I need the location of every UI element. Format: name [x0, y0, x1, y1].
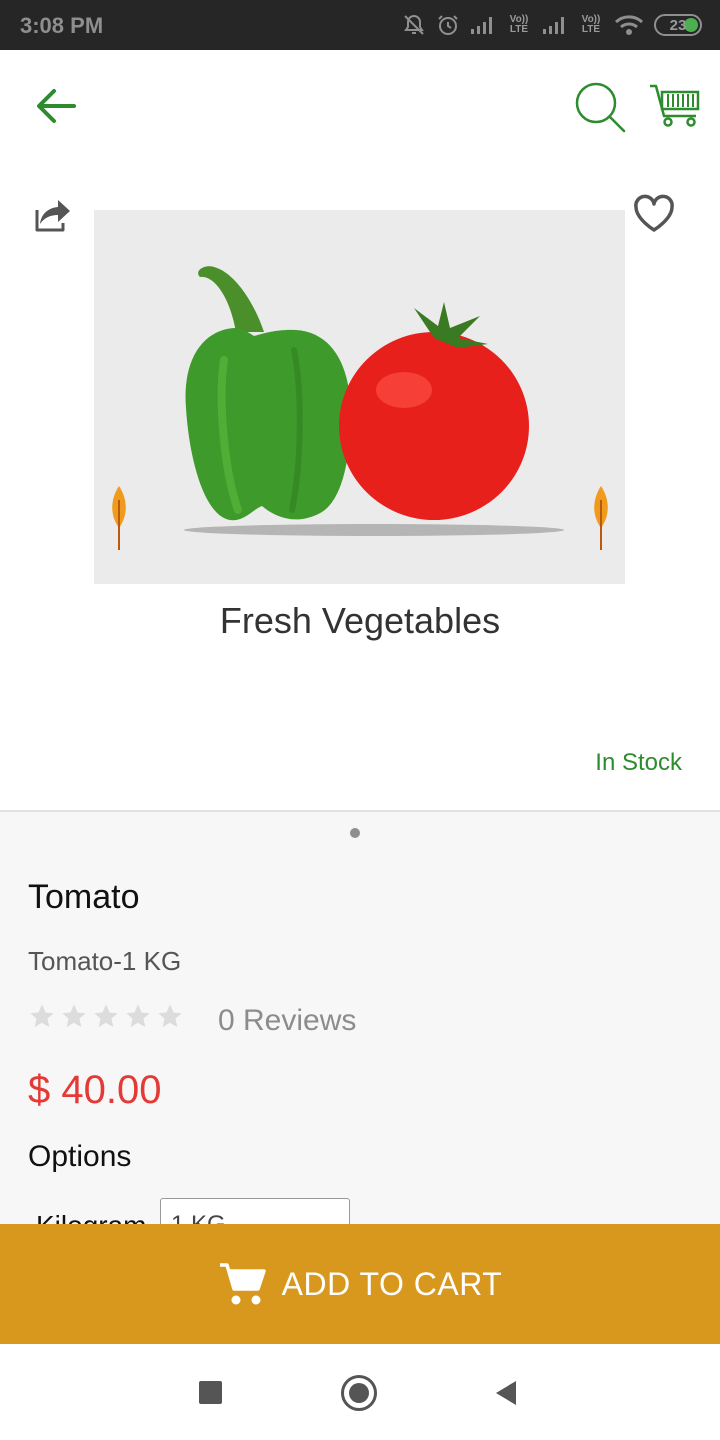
signal-icon — [543, 17, 564, 34]
back-button[interactable] — [34, 86, 78, 126]
star-icon — [126, 1004, 150, 1028]
cart-icon — [219, 1263, 266, 1305]
star-icon — [30, 1004, 54, 1028]
share-button[interactable] — [34, 196, 74, 234]
options-heading: Options — [28, 1140, 132, 1173]
option-select[interactable]: 1 KG — [160, 1198, 350, 1224]
sim2-network-label: Vo)) LTE — [581, 14, 601, 35]
product-subtitle: Tomato-1 KG — [28, 946, 182, 976]
star-icon — [94, 1004, 118, 1028]
option-label: Kilogram — [36, 1210, 146, 1224]
star-icon — [158, 1004, 182, 1028]
home-icon-inner — [349, 1383, 369, 1403]
system-nav-bar — [0, 1344, 720, 1440]
signal-icon — [471, 17, 492, 34]
status-time: 3:08 PM — [20, 13, 104, 38]
star-icon — [62, 1004, 86, 1028]
red-tomato — [339, 332, 529, 520]
favorite-button[interactable] — [632, 194, 676, 234]
wifi-icon — [614, 15, 644, 35]
back-arrow-icon — [37, 89, 76, 123]
green-pepper — [185, 328, 351, 521]
cart-button[interactable] — [648, 82, 702, 128]
shopping-cart-icon — [650, 84, 700, 127]
add-to-cart-button[interactable]: ADD TO CART — [0, 1224, 720, 1344]
search-icon — [575, 82, 626, 133]
notifications-off-icon — [404, 14, 424, 35]
leaf-decoration-right — [594, 486, 608, 550]
product-image — [94, 210, 625, 584]
stock-status: In Stock — [595, 749, 682, 776]
status-bar: 3:08 PM Vo)) LTE Vo)) LTE 23 — [0, 0, 720, 50]
recents-icon[interactable] — [199, 1381, 222, 1404]
home-icon[interactable] — [341, 1375, 377, 1411]
rating-stars[interactable] — [28, 1002, 184, 1030]
image-pager-indicator — [350, 828, 360, 838]
review-count[interactable]: 0 Reviews — [218, 1004, 356, 1038]
add-to-cart-label: ADD TO CART — [281, 1265, 503, 1302]
image-caption: Fresh Vegetables — [219, 600, 501, 641]
sim1-network-label: Vo)) LTE — [509, 14, 529, 35]
vegetables-illustration — [112, 266, 608, 550]
leaf-decoration-left — [112, 486, 126, 550]
back-icon[interactable] — [494, 1380, 518, 1406]
alarm-icon — [438, 15, 458, 35]
battery-icon: 23 — [654, 14, 702, 36]
heart-icon — [634, 194, 674, 232]
battery-percentage: 23 — [669, 17, 687, 34]
back-triangle-shape — [496, 1381, 516, 1405]
product-price: $ 40.00 — [28, 1068, 162, 1112]
status-icons: Vo)) LTE Vo)) LTE 23 — [402, 10, 702, 40]
share-icon — [35, 200, 70, 232]
pepper-stem — [198, 266, 264, 332]
product-name: Tomato — [28, 878, 140, 916]
search-button[interactable] — [574, 82, 626, 134]
product-info-panel: Tomato Tomato-1 KG 0 Reviews $ 40.00 Opt… — [0, 810, 720, 1224]
